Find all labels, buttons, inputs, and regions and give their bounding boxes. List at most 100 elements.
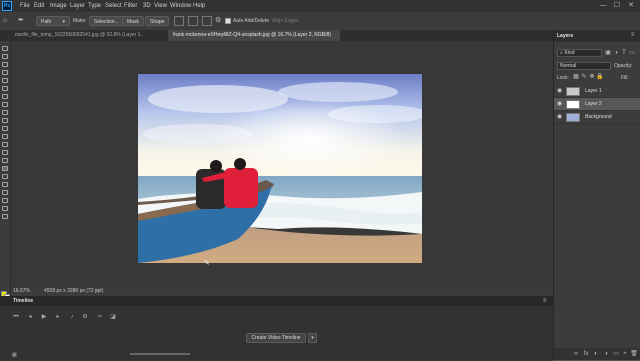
lock-position-icon[interactable]: ✥ (588, 73, 596, 81)
zoom-level[interactable]: 16.67% (13, 287, 30, 296)
mute-audio-icon[interactable]: ♪ (68, 314, 76, 321)
eyedropper-tool-icon[interactable] (2, 94, 8, 99)
create-video-timeline-button[interactable]: Create Video Timeline (246, 333, 306, 343)
options-bar: ⌂ ✒ Path ▾ Make: Selection... Mask Shape… (0, 12, 640, 31)
hand-tool-icon[interactable] (2, 198, 8, 203)
healing-brush-tool-icon[interactable] (2, 102, 8, 107)
layer-thumbnail (566, 113, 580, 122)
zoom-tool-icon[interactable] (2, 206, 8, 211)
menu-view[interactable]: View (154, 0, 167, 12)
lasso-tool-icon[interactable] (2, 62, 8, 67)
adjustment-icon[interactable]: ◑ (602, 350, 610, 358)
rectangle-tool-icon[interactable] (2, 190, 8, 195)
blur-tool-icon[interactable] (2, 150, 8, 155)
link-icon[interactable]: ∞ (572, 350, 580, 358)
layer-filter-select[interactable]: ⌕ Kind (557, 49, 602, 57)
layer-row-background[interactable]: ◉ Background (554, 111, 640, 124)
layer-thumbnail (566, 87, 580, 96)
menu-select[interactable]: Select (105, 0, 122, 12)
convert-to-frame-animation-icon[interactable]: ▦ (12, 352, 20, 358)
zoom-slider[interactable] (130, 353, 190, 355)
filter-adjustment-icon[interactable]: ◑ (612, 49, 620, 57)
mode-select[interactable]: Path ▾ (36, 16, 70, 26)
filter-shape-icon[interactable]: ▭ (628, 49, 636, 57)
layer-name: Layer 2 (585, 101, 602, 107)
trash-icon[interactable]: 🗑 (630, 350, 638, 358)
filter-pixel-icon[interactable]: ▣ (604, 49, 612, 57)
split-at-playhead-icon[interactable]: ✂ (96, 314, 104, 321)
close-window-icon[interactable]: ✕ (624, 0, 638, 12)
selection-button[interactable]: Selection... (89, 16, 124, 26)
frame-tool-icon[interactable] (2, 86, 8, 91)
menu-help[interactable]: Help (193, 0, 205, 12)
folder-icon[interactable]: ▭ (612, 350, 620, 358)
menu-edit[interactable]: Edit (34, 0, 44, 12)
auto-add-delete-label: Auto Add/Delete (233, 18, 270, 24)
tab-frank-mckenna[interactable]: frank-mckenna-eXHeq48Z-Q4-unsplash.jpg @… (168, 30, 340, 49)
dodge-tool-icon[interactable] (2, 158, 8, 163)
pen-tool-icon[interactable] (2, 166, 8, 171)
eye-icon[interactable]: ◉ (557, 88, 563, 94)
eye-icon[interactable]: ◉ (557, 114, 563, 120)
auto-add-delete-checkbox[interactable] (225, 18, 231, 24)
panel-menu-icon[interactable]: ≡ (631, 32, 635, 38)
tools-panel (0, 41, 11, 300)
mode-value: Path (41, 19, 52, 25)
layer-row-layer-2[interactable]: ◉ Layer 2 (554, 98, 640, 111)
marquee-tool-icon[interactable] (2, 54, 8, 59)
brush-tool-icon[interactable] (2, 110, 8, 115)
fx-icon[interactable]: fx (582, 350, 590, 358)
menu-layer[interactable]: Layer (70, 0, 85, 12)
lock-pixels-icon[interactable]: ▦ (572, 73, 580, 81)
layer-thumbnail (566, 100, 580, 109)
eraser-tool-icon[interactable] (2, 134, 8, 139)
gradient-tool-icon[interactable] (2, 142, 8, 147)
photoshop-logo-icon: Ps (2, 1, 12, 11)
move-tool-icon[interactable] (2, 46, 8, 51)
minimize-icon[interactable]: — (596, 0, 610, 12)
home-icon[interactable]: ⌂ (3, 17, 11, 25)
play-icon[interactable]: ▶ (40, 314, 48, 321)
timeline-menu-icon[interactable]: ≡ (543, 298, 547, 304)
settings-icon[interactable]: ⚙ (81, 314, 89, 321)
lock-all-icon[interactable]: 🔒 (596, 73, 604, 81)
blend-mode-select[interactable]: Normal (557, 62, 611, 70)
menu-image[interactable]: Image (50, 0, 67, 12)
shape-button[interactable]: Shape (145, 16, 170, 26)
chevron-right-icon[interactable]: › (96, 287, 98, 296)
layers-panel-title[interactable]: Layers (557, 33, 573, 39)
more-tools-icon[interactable] (2, 214, 8, 219)
next-frame-icon[interactable]: ▸ (54, 314, 62, 321)
previous-frame-icon[interactable]: ◂ (26, 314, 34, 321)
menu-type[interactable]: Type (88, 0, 101, 12)
filter-type-icon[interactable]: T (620, 49, 628, 57)
maximize-icon[interactable]: ☐ (610, 0, 624, 12)
layer-name: Background (585, 114, 612, 120)
new-layer-icon[interactable]: + (621, 350, 629, 358)
pen-tool-icon[interactable]: ✒ (18, 17, 26, 25)
history-brush-tool-icon[interactable] (2, 126, 8, 131)
mask-button[interactable]: Mask (122, 16, 144, 26)
menu-file[interactable]: File (20, 0, 30, 12)
path-operations-icon[interactable] (174, 16, 184, 26)
menu-filter[interactable]: Filter (124, 0, 137, 12)
go-to-first-frame-icon[interactable]: ⏮ (12, 314, 20, 321)
mask-icon[interactable]: ◐ (592, 350, 600, 358)
menu-window[interactable]: Window (170, 0, 191, 12)
layer-row-layer-1[interactable]: ◉ Layer 1 (554, 85, 640, 98)
path-alignment-icon[interactable] (188, 16, 198, 26)
menu-3d[interactable]: 3D (143, 0, 151, 12)
path-selection-tool-icon[interactable] (2, 182, 8, 187)
path-arrangement-icon[interactable] (202, 16, 212, 26)
type-tool-icon[interactable] (2, 174, 8, 179)
lock-image-icon[interactable]: ✎ (580, 73, 588, 81)
transition-icon[interactable]: ◪ (109, 314, 117, 321)
tab-medin-file[interactable]: medin_file_temp_1622550682541.jpg @ 32.8… (10, 30, 168, 49)
crop-tool-icon[interactable] (2, 78, 8, 83)
chevron-down-icon[interactable]: ▾ (308, 333, 317, 343)
gear-icon[interactable]: ⚙ (215, 16, 225, 26)
quick-selection-tool-icon[interactable] (2, 70, 8, 75)
clone-stamp-tool-icon[interactable] (2, 118, 8, 123)
document-image[interactable] (138, 74, 422, 263)
eye-icon[interactable]: ◉ (557, 101, 563, 107)
